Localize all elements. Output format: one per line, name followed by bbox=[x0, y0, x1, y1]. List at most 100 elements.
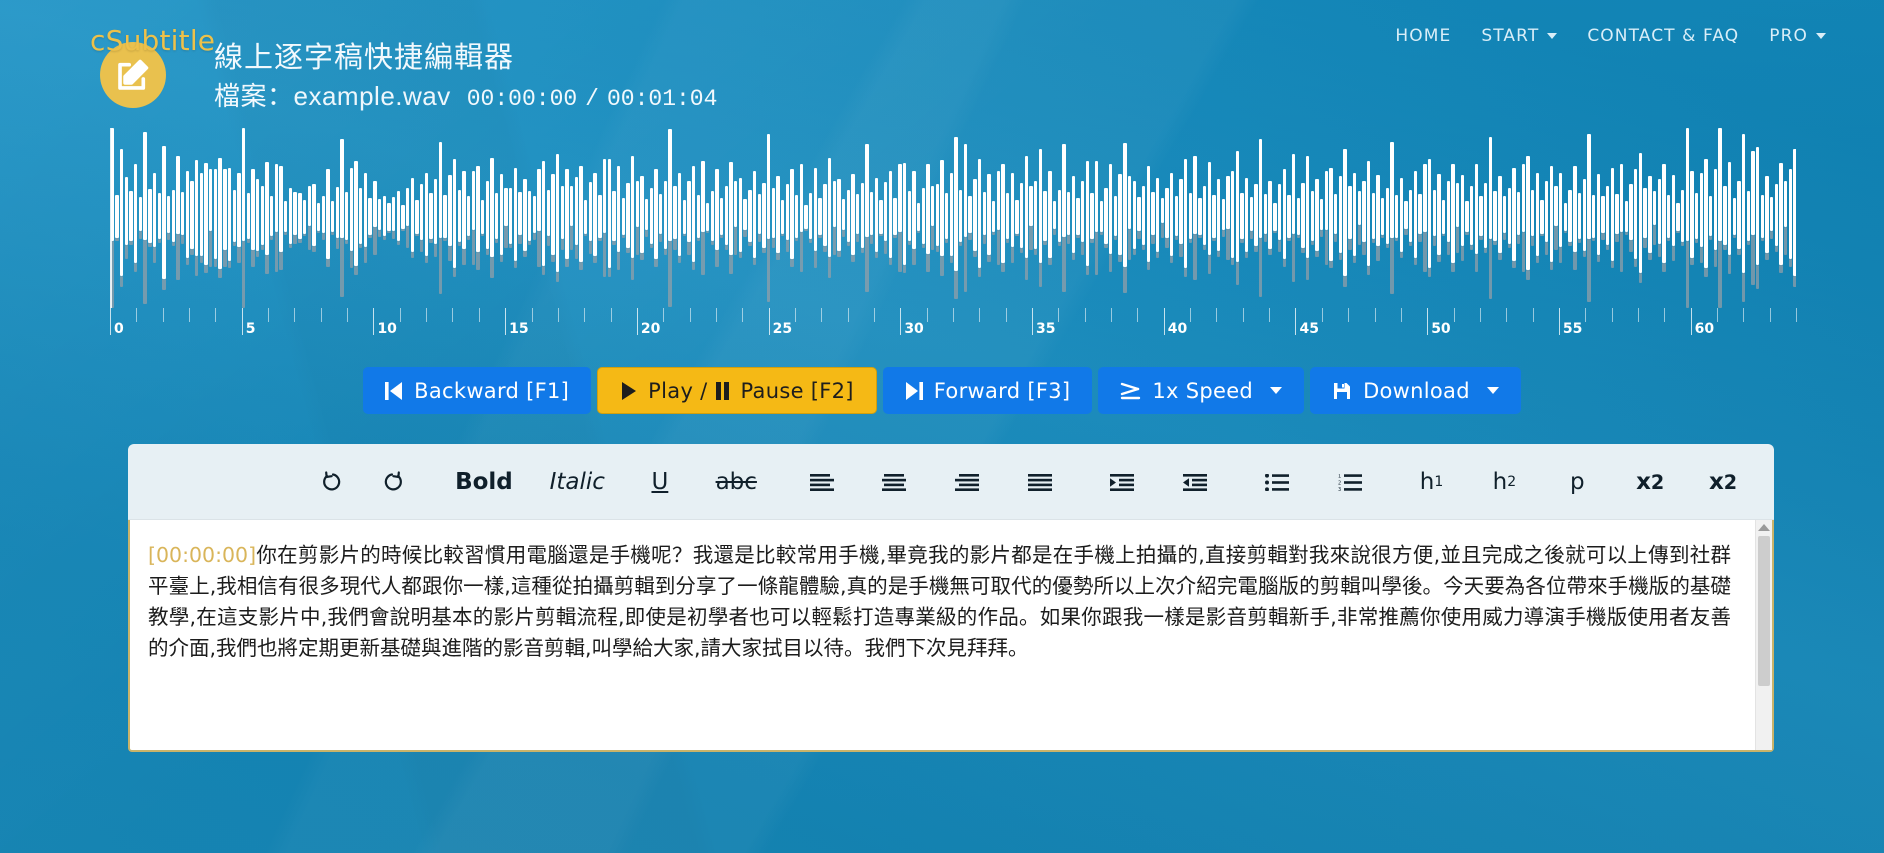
nav-item-home[interactable]: HOME bbox=[1395, 26, 1451, 46]
play-pause-button[interactable]: Play / Pause [F2] bbox=[597, 367, 877, 414]
paragraph-button[interactable]: p bbox=[1562, 462, 1592, 502]
waveform-bar-peak bbox=[874, 177, 879, 253]
waveform-bar-shadow bbox=[495, 239, 499, 244]
waveform-bar-shadow bbox=[499, 254, 504, 262]
transcript-timestamp[interactable]: [00:00:00] bbox=[148, 543, 256, 567]
transcript-content[interactable]: 你在剪影片的時候比較習慣用電腦還是手機呢？我還是比較常用手機,畢竟我的影片都是在… bbox=[148, 543, 1731, 660]
bullet-list-icon bbox=[1264, 473, 1289, 491]
waveform-bar-peak bbox=[166, 195, 171, 233]
speed-button[interactable]: 1x Speed bbox=[1098, 367, 1305, 414]
subscript-button[interactable]: x2 bbox=[1635, 462, 1665, 502]
waveform-bar-peak bbox=[1437, 174, 1441, 255]
ruler-tick-minor bbox=[1058, 308, 1060, 322]
waveform-bar-peak bbox=[790, 169, 794, 260]
waveform-bar-peak bbox=[1493, 191, 1497, 241]
waveform-bar-peak bbox=[260, 186, 265, 245]
waveform-bar-peak bbox=[1699, 173, 1704, 248]
waveform-bar-peak bbox=[340, 139, 344, 239]
bold-button[interactable]: Bold bbox=[455, 462, 513, 502]
align-right-button[interactable] bbox=[952, 462, 982, 502]
scroll-up-arrow-icon[interactable] bbox=[1758, 524, 1770, 531]
header-titles: 線上逐字稿快捷編輯器 檔案：example.wav 00:00:00 / 00:01:… bbox=[182, 12, 717, 116]
waveform-bar-peak bbox=[968, 195, 972, 233]
waveform-bar-shadow bbox=[232, 242, 236, 247]
waveform-bar-shadow bbox=[1474, 253, 1479, 273]
nav-item-contact-faq[interactable]: CONTACT & FAQ bbox=[1587, 26, 1739, 46]
indent-button[interactable] bbox=[1107, 462, 1137, 502]
waveform-bar-shadow bbox=[1521, 231, 1525, 273]
waveform-canvas[interactable] bbox=[110, 128, 1796, 308]
editor-scrollbar[interactable] bbox=[1755, 520, 1772, 750]
backward-button[interactable]: Backward [F1] bbox=[363, 367, 592, 414]
waveform-bar-peak bbox=[677, 172, 682, 257]
bullet-list-button[interactable] bbox=[1262, 462, 1292, 502]
waveform-bar-peak bbox=[682, 199, 686, 234]
waveform-bar-shadow bbox=[1751, 235, 1755, 285]
playhead-cursor[interactable] bbox=[110, 128, 112, 308]
superscript-button[interactable]: x2 bbox=[1708, 462, 1738, 502]
waveform-bar-shadow bbox=[1010, 247, 1015, 263]
waveform-bar-shadow bbox=[710, 240, 715, 245]
undo-button[interactable] bbox=[319, 462, 349, 502]
waveform-bar-peak bbox=[466, 196, 471, 237]
waveform-bar-peak bbox=[612, 191, 616, 241]
waveform-bar-peak bbox=[312, 184, 316, 247]
waveform-bar-peak bbox=[1385, 187, 1390, 244]
waveform-bar-shadow bbox=[1155, 252, 1160, 259]
waveform-bar-peak bbox=[213, 169, 218, 260]
align-center-button[interactable] bbox=[879, 462, 909, 502]
waveform-bar-peak bbox=[1202, 186, 1207, 245]
waveform-bar-shadow bbox=[846, 242, 850, 247]
waveform-section[interactable]: 0 5 10 15 20 25 30 35 40 45 50 55 60 bbox=[110, 128, 1797, 343]
waveform-bar-shadow bbox=[771, 237, 775, 248]
align-left-button[interactable] bbox=[807, 462, 837, 502]
waveform-bar-shadow bbox=[138, 231, 143, 239]
redo-button[interactable] bbox=[376, 462, 406, 502]
waveform-bar-shadow bbox=[804, 229, 808, 232]
ruler-tick-minor bbox=[347, 308, 349, 322]
outdent-button[interactable] bbox=[1180, 462, 1210, 502]
waveform-bar-peak bbox=[654, 169, 658, 260]
waveform-bar-shadow bbox=[1301, 247, 1305, 254]
underline-button[interactable]: U bbox=[645, 462, 675, 502]
strikethrough-button[interactable]: abc bbox=[716, 462, 757, 502]
ruler-tick-minor bbox=[399, 308, 401, 322]
waveform-bar-peak bbox=[265, 161, 269, 255]
svg-text:2: 2 bbox=[1338, 480, 1341, 486]
waveform-bar-shadow bbox=[293, 235, 297, 245]
numbered-list-button[interactable]: 1 2 3 bbox=[1335, 462, 1365, 502]
waveform-bar-shadow bbox=[1259, 238, 1263, 297]
transcript-text[interactable]: [00:00:00]你在剪影片的時候比較習慣用電腦還是手機呢？我還是比較常用手機… bbox=[130, 520, 1755, 750]
download-button[interactable]: Download bbox=[1310, 367, 1521, 414]
waveform-bar-peak bbox=[1573, 165, 1577, 253]
heading-2-button[interactable]: h2 bbox=[1489, 462, 1519, 502]
waveform-bar-peak bbox=[1221, 199, 1225, 231]
scrollbar-thumb[interactable] bbox=[1758, 536, 1770, 686]
waveform-bar-peak bbox=[1020, 182, 1024, 248]
waveform-bar-peak bbox=[485, 181, 490, 250]
waveform-bar-peak bbox=[546, 189, 550, 237]
waveform-bar-peak bbox=[687, 180, 691, 243]
nav-item-pro[interactable]: PRO bbox=[1769, 26, 1826, 46]
italic-button[interactable]: Italic bbox=[550, 462, 605, 502]
waveform-bar-peak bbox=[991, 201, 996, 233]
waveform-bar-peak bbox=[616, 165, 621, 253]
waveform-bar-peak bbox=[1352, 172, 1357, 257]
editor-body[interactable]: [00:00:00]你在剪影片的時候比較習慣用電腦還是手機呢？我還是比較常用手機… bbox=[128, 520, 1774, 752]
nav-item-start[interactable]: START bbox=[1481, 26, 1558, 46]
waveform-bar-shadow bbox=[677, 256, 682, 264]
waveform-bar-shadow bbox=[579, 261, 583, 271]
waveform-bar-peak bbox=[1784, 181, 1788, 228]
align-justify-button[interactable] bbox=[1025, 462, 1055, 502]
logo[interactable]: cSubtitle bbox=[90, 12, 215, 112]
ruler-label: 60 bbox=[1694, 321, 1715, 337]
waveform-bar-peak bbox=[316, 202, 321, 231]
forward-button[interactable]: Forward [F3] bbox=[882, 367, 1093, 414]
heading-1-button[interactable]: h1 bbox=[1416, 462, 1446, 502]
time-ruler[interactable]: 0 5 10 15 20 25 30 35 40 45 50 55 60 bbox=[110, 308, 1797, 343]
waveform-bar-shadow bbox=[485, 249, 490, 255]
waveform-bar-peak bbox=[818, 197, 822, 236]
waveform-bar-peak bbox=[1409, 189, 1413, 243]
waveform-bar-peak bbox=[893, 197, 897, 236]
waveform-bar-shadow bbox=[223, 249, 227, 267]
